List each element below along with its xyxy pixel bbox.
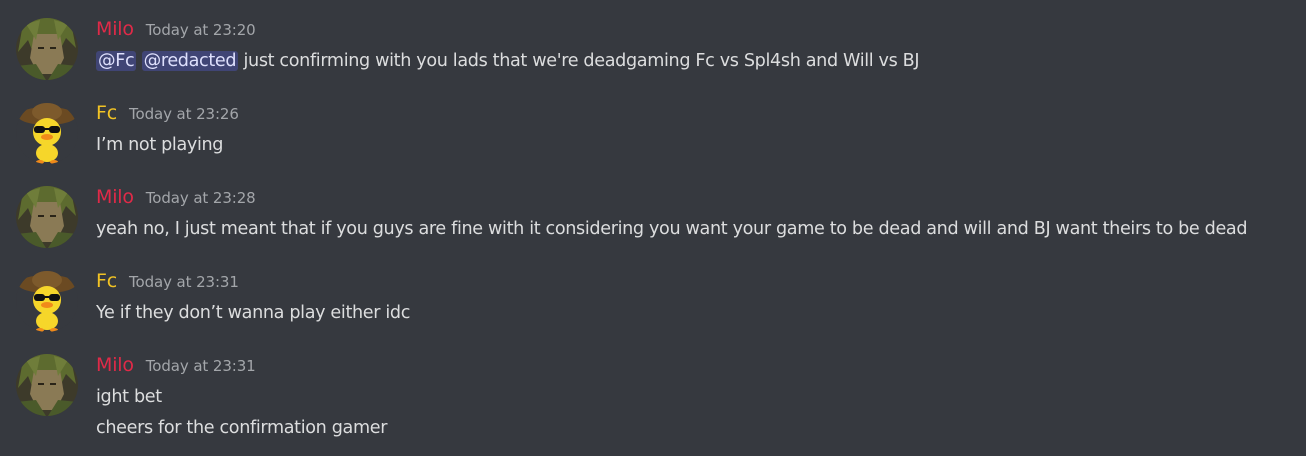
message-header: Milo Today at 23:28	[96, 186, 256, 214]
timestamp: Today at 23:20	[145, 21, 256, 39]
username[interactable]: Fc	[96, 102, 117, 124]
message-text: cheers for the confirmation gamer	[96, 418, 388, 438]
timestamp: Today at 23:28	[145, 189, 256, 207]
message-content: @Fc @redacted just confirming with you l…	[96, 51, 920, 71]
message-header: Fc Today at 23:31	[96, 270, 239, 298]
message-text: just confirming with you lads that we're…	[238, 51, 920, 71]
username[interactable]: Milo	[96, 186, 134, 208]
green-haired-character-avatar-icon[interactable]	[16, 354, 78, 416]
message-text: yeah no, I just meant that if you guys a…	[96, 219, 1248, 239]
green-haired-character-avatar-icon[interactable]	[16, 18, 78, 80]
username[interactable]: Fc	[96, 270, 117, 292]
timestamp: Today at 23:31	[145, 357, 256, 375]
chat-messages: Milo Today at 23:20 @Fc @redacted just c…	[0, 0, 1306, 456]
timestamp: Today at 23:31	[128, 273, 239, 291]
duck-with-hat-and-sunglasses-avatar-icon[interactable]	[16, 102, 78, 164]
message-header: Milo Today at 23:31	[96, 354, 256, 382]
message-header: Milo Today at 23:20	[96, 18, 256, 46]
message-text: ight bet	[96, 387, 162, 407]
message-text: Ye if they don’t wanna play either idc	[96, 303, 411, 323]
green-haired-character-avatar-icon[interactable]	[16, 186, 78, 248]
username[interactable]: Milo	[96, 354, 134, 376]
user-mention[interactable]: @redacted	[141, 51, 239, 71]
timestamp: Today at 23:26	[128, 105, 239, 123]
duck-with-hat-and-sunglasses-avatar-icon[interactable]	[16, 270, 78, 332]
message-text: I’m not playing	[96, 135, 224, 155]
message-header: Fc Today at 23:26	[96, 102, 239, 130]
username[interactable]: Milo	[96, 18, 134, 40]
user-mention[interactable]: @Fc	[96, 51, 137, 71]
